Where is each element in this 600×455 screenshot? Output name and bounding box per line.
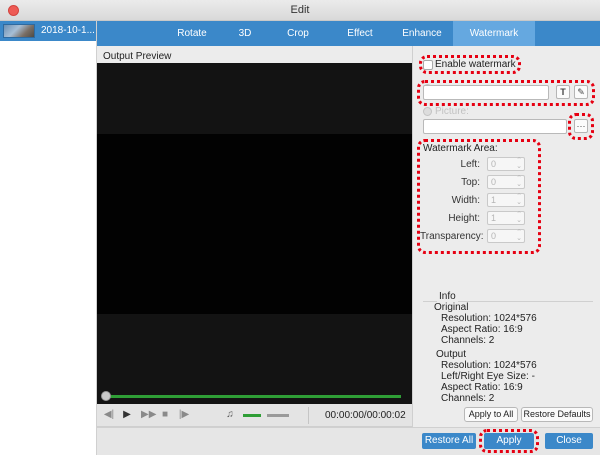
tab-3d[interactable]: 3D: [223, 21, 267, 46]
height-label: Height:: [448, 213, 480, 224]
watermark-area-title: Watermark Area:: [423, 143, 498, 154]
output-heading: Output: [436, 349, 467, 360]
video-thumbnail: [3, 24, 35, 38]
height-stepper[interactable]: 1 ⌃ ⌄: [487, 211, 525, 225]
output-eye-size: Left/Right Eye Size: -: [441, 371, 535, 382]
skip-to-start-icon[interactable]: ◀|: [103, 409, 115, 421]
tab-enhance[interactable]: Enhance: [391, 21, 453, 46]
playback-progress-track[interactable]: [105, 395, 401, 398]
play-icon[interactable]: ▶: [121, 409, 133, 421]
width-stepper[interactable]: 1 ⌃ ⌄: [487, 193, 525, 207]
tab-crop[interactable]: Crop: [267, 21, 329, 46]
original-heading: Original: [434, 302, 469, 313]
left-stepper[interactable]: 0 ⌃ ⌄: [487, 157, 525, 171]
enable-watermark-checkbox[interactable]: [423, 60, 433, 70]
top-stepper[interactable]: 0 ⌃ ⌄: [487, 175, 525, 189]
text-style-icon[interactable]: T: [556, 85, 570, 99]
left-label: Left:: [460, 159, 480, 170]
enable-watermark-label: Enable watermark: [435, 59, 516, 70]
picture-path-input[interactable]: [423, 119, 567, 134]
output-preview-title: Output Preview: [103, 51, 172, 62]
output-aspect-ratio: Aspect Ratio: 16:9: [441, 382, 523, 393]
skip-to-end-icon[interactable]: |▶: [178, 409, 190, 421]
timecode-readout: 00:00:00/00:00:02: [325, 410, 406, 421]
original-channels: Channels: 2: [441, 335, 495, 346]
sidebar-item-video[interactable]: 2018-10-1...: [0, 21, 96, 41]
output-preview: [97, 63, 412, 404]
volume-slider-fill[interactable]: [243, 414, 261, 417]
transparency-label: Transparency:: [420, 231, 484, 242]
original-resolution: Resolution: 1024*576: [441, 313, 537, 324]
browse-picture-button[interactable]: ···: [574, 119, 588, 133]
restore-all-button[interactable]: Restore All: [422, 433, 476, 449]
fast-forward-icon[interactable]: ▶▶: [141, 409, 156, 421]
picture-radio[interactable]: [423, 107, 432, 116]
original-aspect-ratio: Aspect Ratio: 16:9: [441, 324, 523, 335]
volume-slider-track[interactable]: [267, 414, 289, 417]
window-title: Edit: [290, 4, 310, 16]
output-channels: Channels: 2: [441, 393, 495, 404]
file-list-sidebar: 2018-10-1...: [0, 21, 97, 455]
playback-controls: ◀| ▶ ▶▶ ■ |▶ ♫ 00:00:00/00:00:02: [97, 404, 412, 427]
title-bar: Edit: [0, 0, 600, 21]
video-frame: [97, 134, 412, 314]
apply-button[interactable]: Apply: [484, 433, 534, 449]
playback-progress-knob[interactable]: [101, 391, 111, 401]
transparency-stepper[interactable]: 0 ⌃ ⌄: [487, 229, 525, 243]
tab-rotate[interactable]: Rotate: [161, 21, 223, 46]
sidebar-item-label: 2018-10-1...: [41, 25, 95, 36]
watermark-text-input[interactable]: [423, 85, 549, 100]
stop-icon[interactable]: ■: [159, 409, 171, 421]
controls-divider: [308, 407, 309, 424]
apply-to-all-button[interactable]: Apply to All: [464, 407, 518, 422]
top-label: Top:: [461, 177, 480, 188]
volume-icon[interactable]: ♫: [224, 409, 236, 421]
width-label: Width:: [451, 195, 480, 206]
picture-label: Picture:: [435, 106, 469, 117]
tab-effect[interactable]: Effect: [329, 21, 391, 46]
close-button[interactable]: Close: [545, 433, 593, 449]
font-settings-icon[interactable]: ✎: [574, 85, 588, 99]
edit-tab-bar: Rotate 3D Crop Effect Enhance Watermark: [97, 21, 600, 46]
restore-defaults-button[interactable]: Restore Defaults: [521, 407, 593, 422]
info-title: Info: [437, 291, 458, 302]
output-resolution: Resolution: 1024*576: [441, 360, 537, 371]
tab-watermark[interactable]: Watermark: [453, 21, 535, 46]
